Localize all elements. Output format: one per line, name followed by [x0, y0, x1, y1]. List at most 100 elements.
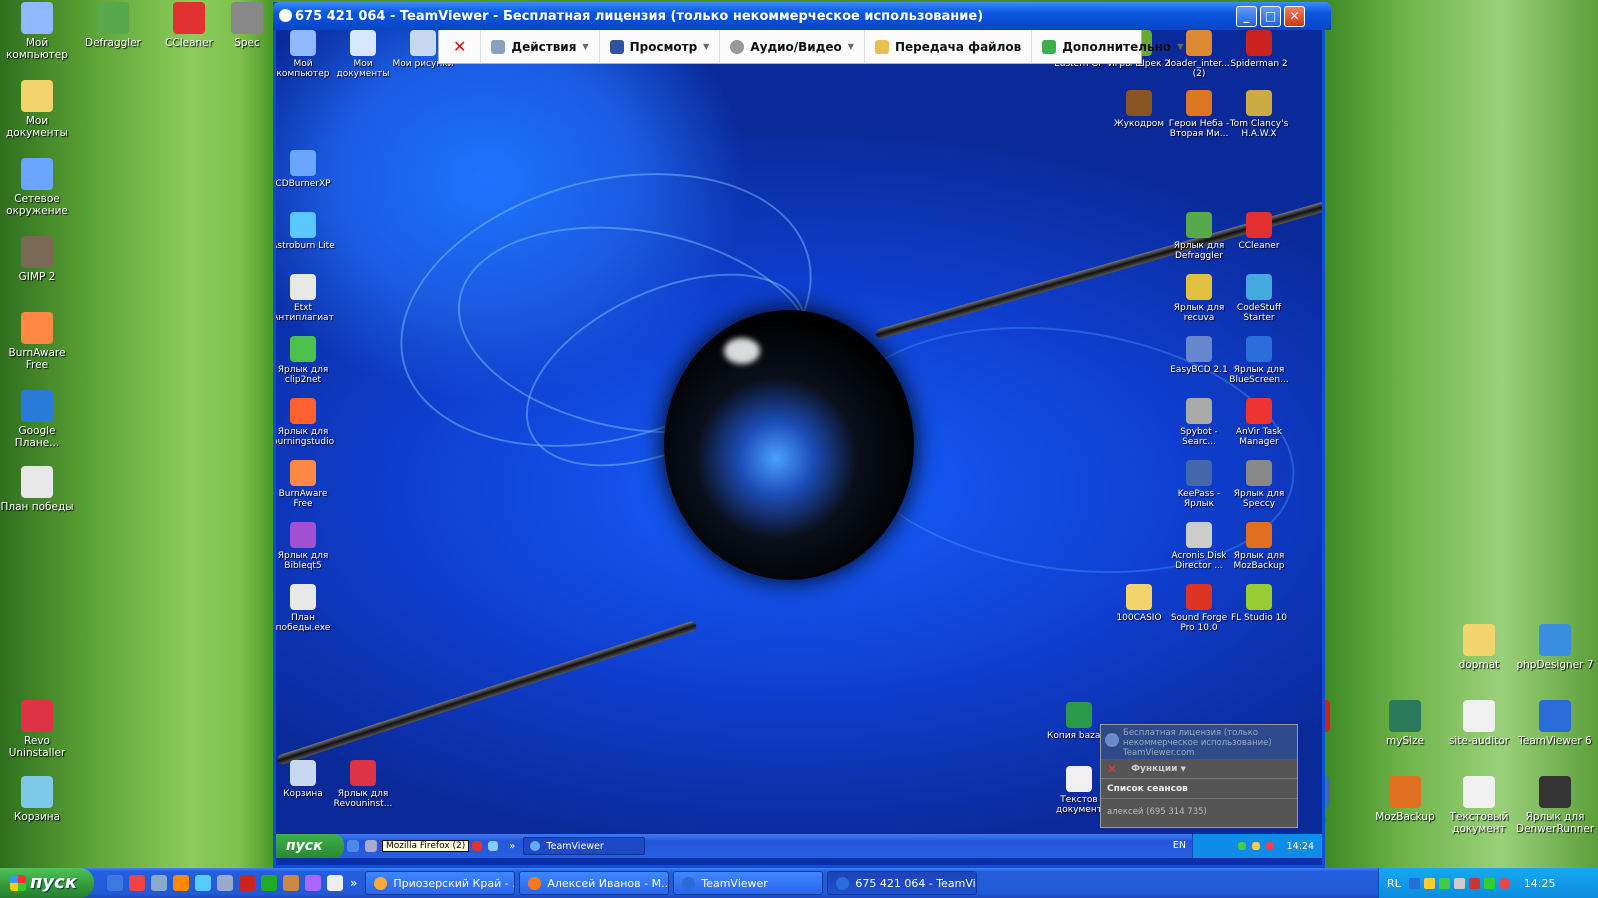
desktop-icon[interactable]: TeamViewer 6 [1516, 700, 1594, 747]
close-button[interactable]: ✕ [1284, 6, 1305, 27]
desktop-icon[interactable]: Мои документы [0, 80, 76, 139]
desktop-icon[interactable]: Ярлык для clip2net [276, 336, 336, 385]
view-menu[interactable]: Просмотр ▼ [600, 30, 721, 63]
desktop-icon[interactable]: Tom Clancy's H.A.W.X [1226, 90, 1292, 139]
tray-icon[interactable] [1237, 842, 1246, 850]
remote-teamviewer-panel[interactable]: Бесплатная лицензия (только некоммерческ… [1100, 724, 1298, 828]
desktop-icon[interactable]: Ярлык для Revouninst... [330, 760, 396, 809]
desktop-icon[interactable]: Google Плане... [0, 390, 76, 449]
start-button[interactable]: пуск [0, 868, 94, 898]
desktop-icon[interactable]: Ярлык для Defraggler [1166, 212, 1232, 261]
desktop-icon[interactable]: KeePass - Ярлык [1166, 460, 1232, 509]
desktop-icon[interactable]: CodeStuff Starter [1226, 274, 1292, 323]
search-icon[interactable] [151, 875, 167, 891]
desktop-icon[interactable]: Acronis Disk Director ... [1166, 522, 1232, 571]
audio-video-menu[interactable]: Аудио/Видео ▼ [720, 30, 865, 63]
desktop-icon[interactable]: Ярлык для Speccy [1226, 460, 1292, 509]
desktop-icon[interactable]: MozBackup [1366, 776, 1444, 823]
firefox-icon[interactable] [173, 875, 189, 891]
teamviewer-title-bar[interactable]: 675 421 064 - TeamViewer - Бесплатная ли… [273, 2, 1331, 30]
desktop-icon[interactable]: Spec [222, 2, 272, 49]
tray-icon[interactable] [1468, 877, 1480, 889]
tray-icon[interactable] [1453, 877, 1465, 889]
desktop-icon[interactable]: Ярлык для MozBackup [1226, 522, 1292, 571]
app-icon[interactable] [305, 875, 321, 891]
desktop-icon[interactable]: Корзина [0, 776, 76, 823]
desktop-icon[interactable]: EasyBCD 2.1 [1166, 336, 1232, 375]
teamviewer-window[interactable]: 675 421 064 - TeamViewer - Бесплатная ли… [273, 2, 1331, 868]
ie-icon[interactable] [107, 875, 123, 891]
desktop-icon[interactable]: Ярлык для burningstudio [276, 398, 336, 447]
functions-menu[interactable]: Функции [1131, 764, 1177, 774]
notepad-icon[interactable] [327, 875, 343, 891]
desktop-icon[interactable]: Astroburn Lite [276, 212, 336, 251]
tray-icon[interactable] [1483, 877, 1495, 889]
desktop-icon[interactable]: BurnAware Free [0, 312, 76, 371]
tray-icon[interactable] [1265, 842, 1274, 850]
remote-start-button[interactable]: пуск [276, 834, 344, 858]
desktop-icon[interactable]: dopmat [1440, 624, 1518, 671]
tray-icon[interactable] [1408, 877, 1420, 889]
ie-icon[interactable] [347, 840, 359, 852]
desktop-icon[interactable]: Sound Forge Pro 10.0 [1166, 584, 1232, 633]
panel-close-icon[interactable]: ✕ [1107, 762, 1117, 776]
remote-desktop-view[interactable]: Мой компьютер Мои документы Мои рисунки CDB… [276, 30, 1322, 858]
desktop-icon[interactable]: Жукодром [1106, 90, 1172, 129]
desktop-icon[interactable]: Мои документы [330, 30, 396, 79]
desktop-icon[interactable]: mySize [1366, 700, 1444, 747]
app-icon[interactable] [239, 875, 255, 891]
desktop-icon[interactable]: FL Studio 10 [1226, 584, 1292, 623]
desktop-icon[interactable]: Ярлык для BlueScreen... [1226, 336, 1292, 385]
desktop-icon[interactable]: CDBurnerXP [276, 150, 336, 189]
tray-icon[interactable] [1423, 877, 1435, 889]
session-entry[interactable]: алексей (695 314 735) [1101, 799, 1297, 817]
desktop-icon[interactable]: phpDesigner 7 [1516, 624, 1594, 671]
session-list-header[interactable]: Список сеансов [1101, 779, 1297, 799]
desktop-icon[interactable]: 100CASIO [1106, 584, 1172, 623]
desktop-icon[interactable]: site-auditor [1440, 700, 1518, 747]
lang-indicator[interactable]: RL [1387, 877, 1401, 890]
desktop-icon[interactable]: Ярлык для recuva [1166, 274, 1232, 323]
taskbar-task-button[interactable]: 675 421 064 - TeamVi... [827, 871, 978, 895]
file-transfer-button[interactable]: Передача файлов [865, 30, 1033, 63]
remote-task-button[interactable]: TeamViewer [523, 837, 646, 855]
quicklaunch-icon[interactable] [488, 841, 499, 851]
quicklaunch-icon[interactable] [365, 840, 377, 852]
desktop-icon[interactable]: BurnAware Free [276, 460, 336, 509]
taskbar-task-button[interactable]: Алексей Иванов - М... [519, 871, 670, 895]
end-session-button[interactable]: ✕ [439, 30, 482, 63]
desktop-icon[interactable]: Мой компьютер [0, 2, 76, 61]
desktop-icon[interactable]: Ярлык для DenwerRunner [1516, 776, 1594, 835]
quicklaunch-icon[interactable] [472, 841, 483, 851]
desktop-icon[interactable]: Текстовый документ [1440, 776, 1518, 835]
desktop-icon[interactable]: Ярлык для Bibleqt5 [276, 522, 336, 571]
desktop-icon[interactable]: GIMP 2 [0, 236, 76, 283]
taskbar-task-button[interactable]: Приозерский Край - ... [365, 871, 516, 895]
desktop-icon[interactable]: Spybot - Searc... [1166, 398, 1232, 447]
app-icon[interactable] [261, 875, 277, 891]
desktop-icon[interactable]: Корзина [276, 760, 336, 799]
desktop-icon[interactable]: AnVir Task Manager [1226, 398, 1292, 447]
taskbar-task-button[interactable]: TeamViewer [673, 871, 824, 895]
tray-icon[interactable] [1438, 877, 1450, 889]
extra-menu[interactable]: Дополнительно ▼ [1032, 30, 1193, 63]
opera-icon[interactable] [129, 875, 145, 891]
desktop-icon[interactable]: CCleaner [150, 2, 228, 49]
desktop-icon[interactable]: Сетевое окружение [0, 158, 76, 217]
remote-lang-indicator[interactable]: EN [1173, 840, 1186, 851]
messenger-icon[interactable] [195, 875, 211, 891]
desktop-icon[interactable]: Герои Неба - Вторая Ми... [1166, 90, 1232, 139]
desktop-icon[interactable]: План победы.exe [276, 584, 336, 633]
desktop-icon[interactable]: Spiderman 2 [1226, 30, 1292, 69]
folder-icon[interactable] [283, 875, 299, 891]
desktop-icon[interactable]: План победы [0, 466, 76, 513]
tray-icon[interactable] [1498, 877, 1510, 889]
desktop-icon[interactable]: Revo Uninstaller [0, 700, 76, 759]
desktop-icon[interactable]: Мой компьютер [276, 30, 336, 79]
actions-menu[interactable]: Действия ▼ [481, 30, 600, 63]
tray-icon[interactable] [1251, 842, 1260, 850]
network-icon[interactable] [217, 875, 233, 891]
desktop-icon[interactable]: Etxt Антиплагиат [276, 274, 336, 323]
desktop-icon[interactable]: CCleaner [1226, 212, 1292, 251]
maximize-button[interactable]: □ [1260, 6, 1281, 27]
